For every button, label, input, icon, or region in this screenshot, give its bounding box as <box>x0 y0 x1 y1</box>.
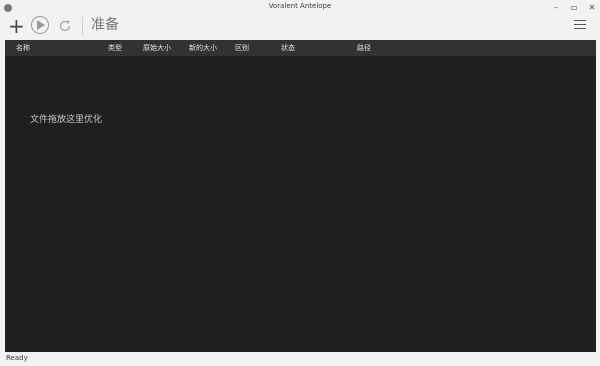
column-header-type[interactable]: 类型 <box>108 40 122 56</box>
file-drop-area[interactable]: 文件拖放这里优化 <box>5 56 596 352</box>
column-header-original-size[interactable]: 原始大小 <box>143 40 171 56</box>
column-header-new-size[interactable]: 新的大小 <box>189 40 217 56</box>
refresh-button[interactable] <box>58 18 72 32</box>
run-button[interactable] <box>31 16 49 34</box>
column-header-name[interactable]: 名称 <box>16 40 30 56</box>
column-header-path[interactable]: 路径 <box>357 40 371 56</box>
status-bar-text: Ready <box>6 354 28 362</box>
status-label: 准备 <box>91 17 119 33</box>
window-title: Voralent Antelope <box>268 2 332 10</box>
maximize-button[interactable]: ▭ <box>566 0 582 16</box>
column-header-status[interactable]: 状态 <box>281 40 295 56</box>
toolbar-divider <box>82 17 83 35</box>
status-bar: Ready <box>0 352 600 366</box>
hamburger-menu-icon[interactable] <box>574 20 586 30</box>
title-bar: Voralent Antelope – ▭ ✕ <box>0 0 600 16</box>
add-files-button[interactable]: + <box>8 16 25 36</box>
play-icon <box>37 20 45 30</box>
app-window: Voralent Antelope – ▭ ✕ + 准备 名称 类型 原始大小 … <box>0 0 600 366</box>
minimize-button[interactable]: – <box>548 0 564 16</box>
toolbar: + 准备 <box>0 16 600 40</box>
refresh-icon <box>59 20 71 32</box>
drop-hint-text: 文件拖放这里优化 <box>30 115 103 125</box>
column-header-difference[interactable]: 区别 <box>235 40 249 56</box>
table-header: 名称 类型 原始大小 新的大小 区别 状态 路径 <box>5 40 596 56</box>
close-button[interactable]: ✕ <box>584 0 600 16</box>
